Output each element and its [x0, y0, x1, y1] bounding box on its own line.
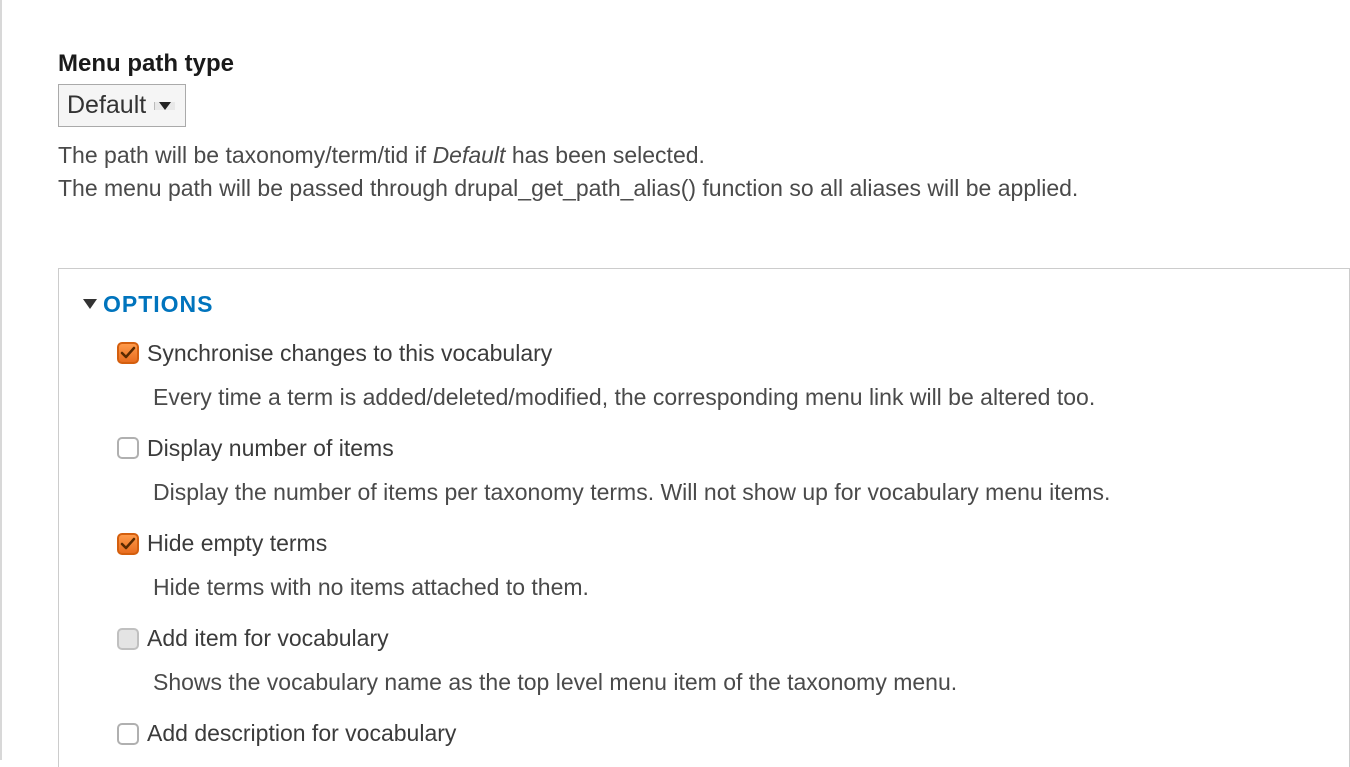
checkbox-add-desc[interactable] [117, 723, 139, 745]
checkbox-sync[interactable] [117, 342, 139, 364]
menu-path-select-wrapper: Default [58, 84, 1350, 127]
option-sync-label: Synchronise changes to this vocabulary [147, 340, 552, 367]
options-legend-text: OPTIONS [103, 291, 214, 318]
menu-path-select-value: Default [67, 91, 148, 120]
option-sync-changes: Synchronise changes to this vocabulary E… [117, 340, 1325, 413]
option-add-vocab-label: Add item for vocabulary [147, 625, 389, 652]
option-display-number: Display number of items Display the numb… [117, 435, 1325, 508]
checkbox-display-number[interactable] [117, 437, 139, 459]
option-display-row[interactable]: Display number of items [117, 435, 1325, 462]
select-arrow-wrap [154, 102, 175, 110]
option-add-vocab-item: Add item for vocabulary Shows the vocabu… [117, 625, 1325, 698]
checkbox-add-vocab[interactable] [117, 628, 139, 650]
option-sync-desc: Every time a term is added/deleted/modif… [153, 381, 1325, 413]
option-display-desc: Display the number of items per taxonomy… [153, 476, 1325, 508]
checkbox-hide-empty[interactable] [117, 533, 139, 555]
option-add-desc-row[interactable]: Add description for vocabulary [117, 720, 1325, 747]
option-add-vocab-desc: Shows the vocabulary name as the top lev… [153, 666, 1325, 698]
option-add-vocab-row[interactable]: Add item for vocabulary [117, 625, 1325, 652]
option-hide-empty: Hide empty terms Hide terms with no item… [117, 530, 1325, 603]
option-add-desc-vocab: Add description for vocabulary [117, 720, 1325, 747]
form-wrapper: Menu path type Default The path will be … [2, 0, 1350, 767]
menu-path-type-select[interactable]: Default [58, 84, 186, 127]
option-hide-row[interactable]: Hide empty terms [117, 530, 1325, 557]
menu-path-type-label: Menu path type [58, 50, 1350, 78]
dropdown-arrow-icon [159, 102, 171, 110]
collapse-arrow-icon [83, 299, 97, 309]
options-legend-toggle[interactable]: OPTIONS [83, 291, 1325, 318]
menu-path-description: The path will be taxonomy/term/tid if De… [58, 139, 1350, 206]
option-hide-label: Hide empty terms [147, 530, 327, 557]
options-fieldset: OPTIONS Synchronise changes to this voca… [58, 268, 1350, 767]
option-sync-row[interactable]: Synchronise changes to this vocabulary [117, 340, 1325, 367]
option-hide-desc: Hide terms with no items attached to the… [153, 571, 1325, 603]
option-display-label: Display number of items [147, 435, 394, 462]
option-add-desc-label: Add description for vocabulary [147, 720, 456, 747]
